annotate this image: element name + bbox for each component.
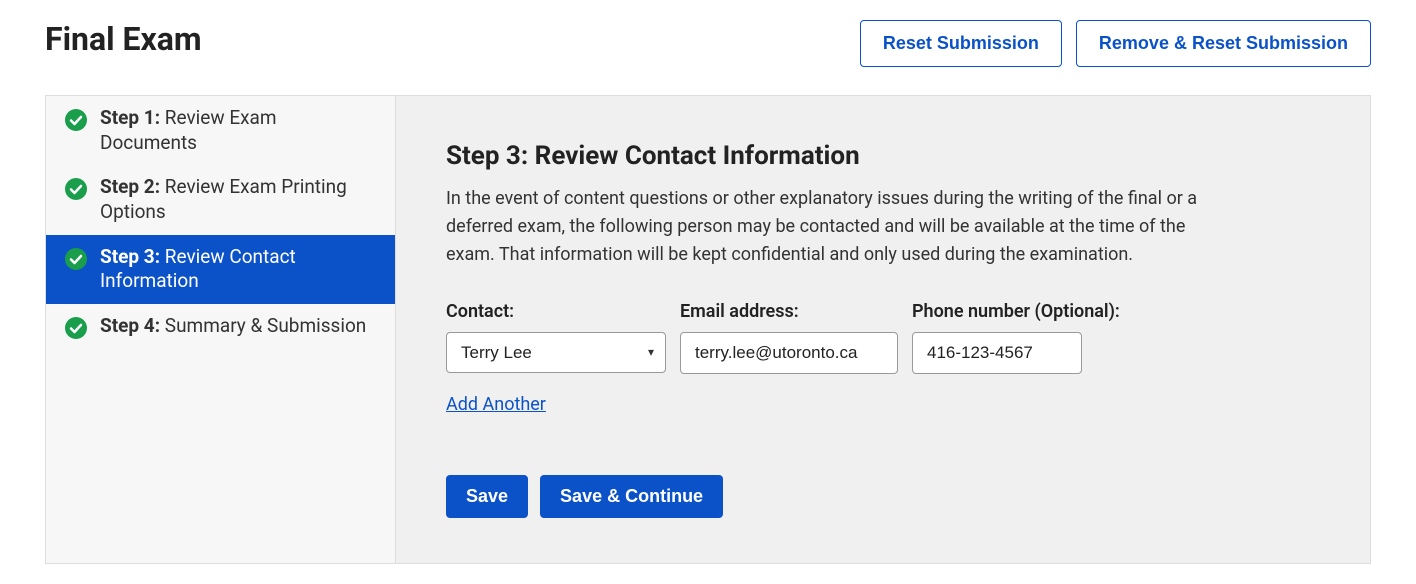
sidebar-item-step3[interactable]: Step 3: Review Contact Information <box>46 235 395 304</box>
save-continue-button[interactable]: Save & Continue <box>540 475 723 518</box>
save-button[interactable]: Save <box>446 475 528 518</box>
check-circle-icon <box>64 316 88 340</box>
sidebar-item-label: Step 2: Review Exam Printing Options <box>100 175 377 224</box>
sidebar-item-label: Step 3: Review Contact Information <box>100 245 377 294</box>
check-circle-icon <box>64 177 88 201</box>
header: Final Exam Reset Submission Remove & Res… <box>45 20 1371 67</box>
action-buttons: Save Save & Continue <box>446 475 1320 518</box>
header-buttons: Reset Submission Remove & Reset Submissi… <box>860 20 1371 67</box>
sidebar-item-step2[interactable]: Step 2: Review Exam Printing Options <box>46 165 395 234</box>
check-circle-icon <box>64 247 88 271</box>
remove-reset-submission-button[interactable]: Remove & Reset Submission <box>1076 20 1371 67</box>
email-label: Email address: <box>680 301 898 322</box>
contact-field-row: Contact: Terry Lee Email address: Phone … <box>446 301 1320 374</box>
sidebar-item-label: Step 1: Review Exam Documents <box>100 106 377 155</box>
add-another-link[interactable]: Add Another <box>446 394 546 415</box>
content-panel: Step 3: Review Contact Information In th… <box>396 96 1370 563</box>
contact-field-group: Contact: Terry Lee <box>446 301 666 374</box>
reset-submission-button[interactable]: Reset Submission <box>860 20 1062 67</box>
phone-input[interactable] <box>912 332 1082 374</box>
phone-label: Phone number (Optional): <box>912 301 1120 322</box>
sidebar: Step 1: Review Exam Documents Step 2: Re… <box>46 96 396 563</box>
contact-select[interactable]: Terry Lee <box>446 332 666 373</box>
sidebar-item-step4[interactable]: Step 4: Summary & Submission <box>46 304 395 350</box>
content-description: In the event of content questions or oth… <box>446 185 1226 269</box>
phone-field-group: Phone number (Optional): <box>912 301 1120 374</box>
email-input[interactable] <box>680 332 898 374</box>
main-container: Step 1: Review Exam Documents Step 2: Re… <box>45 95 1371 564</box>
sidebar-item-label: Step 4: Summary & Submission <box>100 314 366 339</box>
sidebar-item-step1[interactable]: Step 1: Review Exam Documents <box>46 96 395 165</box>
check-circle-icon <box>64 108 88 132</box>
email-field-group: Email address: <box>680 301 898 374</box>
content-title: Step 3: Review Contact Information <box>446 141 1320 171</box>
contact-select-wrapper: Terry Lee <box>446 332 666 373</box>
page-title: Final Exam <box>45 20 202 58</box>
contact-label: Contact: <box>446 301 666 322</box>
